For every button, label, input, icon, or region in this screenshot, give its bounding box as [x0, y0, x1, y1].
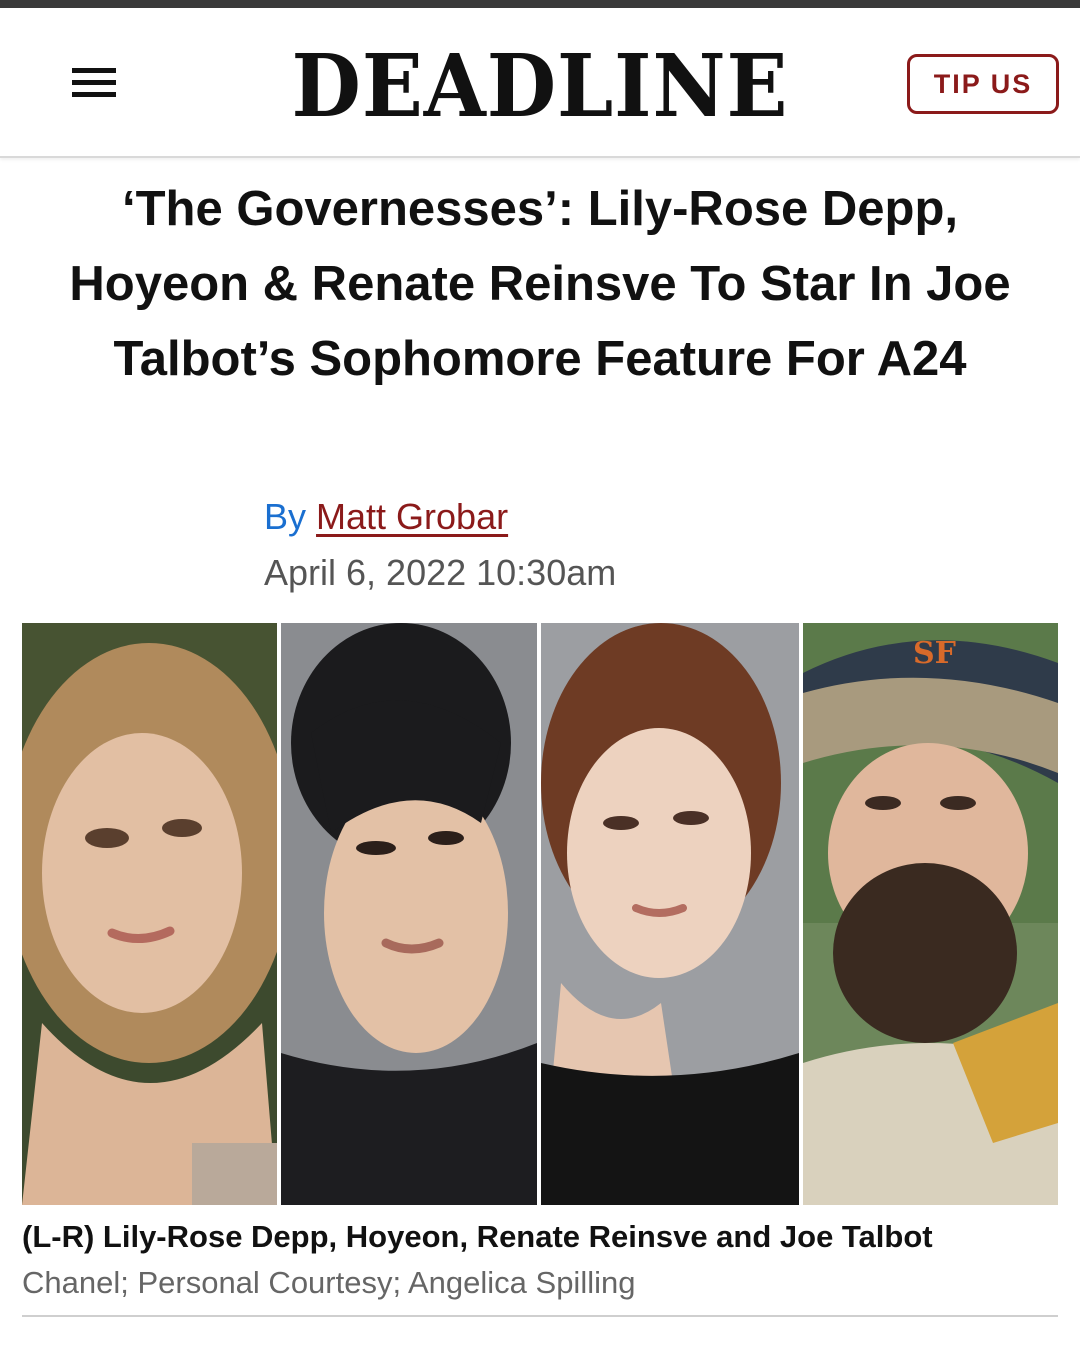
byline-prefix: By	[264, 496, 307, 537]
photo-credit: Chanel; Personal Courtesy; Angelica Spil…	[22, 1265, 636, 1300]
article-headline: ‘The Governesses’: Lily-Rose Depp, Hoyeo…	[69, 182, 1011, 386]
byline: By Matt Grobar	[264, 492, 508, 542]
photo-caption: (L-R) Lily-Rose Depp, Hoyeon, Renate Rei…	[22, 1219, 933, 1254]
svg-text:SF: SF	[913, 636, 956, 671]
author-link[interactable]: Matt Grobar	[316, 496, 508, 537]
site-header: DEADLINE TIP US	[0, 8, 1080, 158]
menu-line	[72, 92, 116, 97]
tip-us-button[interactable]: TIP US	[907, 54, 1059, 114]
article-photo[interactable]: SF	[22, 623, 1058, 1205]
hamburger-menu-icon[interactable]	[62, 62, 122, 112]
divider	[22, 1315, 1058, 1317]
publish-date: April 6, 2022 10:30am	[264, 552, 617, 593]
portrait-photo-1	[22, 623, 277, 1205]
portrait-photo-2	[281, 623, 537, 1205]
site-logo[interactable]: DEADLINE	[270, 32, 809, 142]
menu-line	[72, 80, 116, 85]
portrait-photo-3	[541, 623, 799, 1205]
portrait-photo-4: SF	[803, 623, 1058, 1205]
status-bar-strip	[0, 0, 1080, 8]
menu-line	[72, 68, 116, 73]
